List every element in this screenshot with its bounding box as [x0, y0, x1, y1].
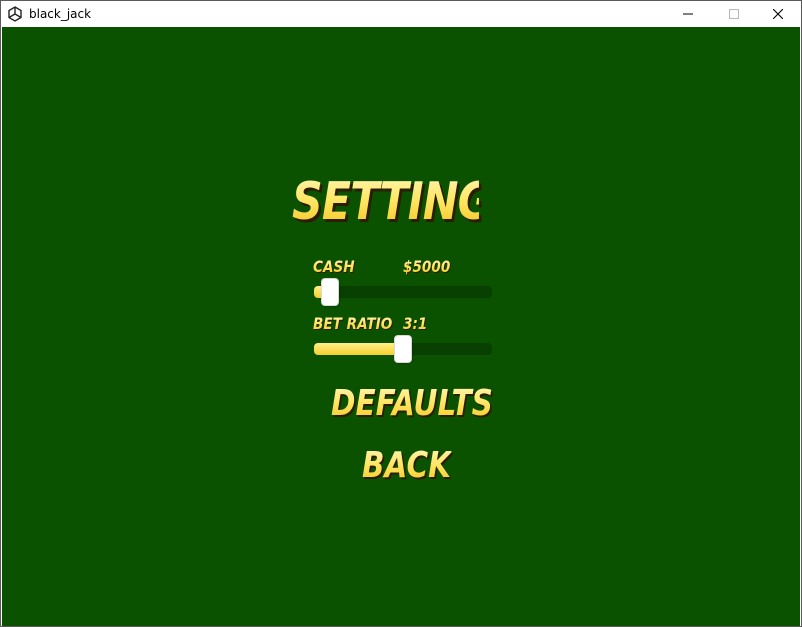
- minimize-button[interactable]: [665, 1, 711, 27]
- bet-ratio-slider[interactable]: [314, 336, 492, 362]
- bet-ratio-label: BET RATIO: [313, 314, 393, 333]
- bet-ratio-slider-handle[interactable]: [395, 336, 411, 362]
- maximize-icon: [729, 9, 739, 19]
- cash-label: CASH: [313, 257, 355, 276]
- settings-title: SETTINGS: [292, 172, 523, 232]
- close-button[interactable]: [755, 1, 801, 27]
- back-button[interactable]: BACK: [362, 444, 451, 488]
- cash-slider[interactable]: [314, 279, 492, 305]
- window-title: black_jack: [29, 7, 92, 21]
- minimize-icon: [683, 13, 693, 15]
- cash-slider-handle[interactable]: [322, 279, 338, 305]
- game-canvas: SETTINGS CASH $5000 BET RATIO 3:1 DEFAUL…: [2, 27, 800, 626]
- unity-icon: [8, 6, 22, 22]
- defaults-button[interactable]: DEFAULTS: [331, 382, 493, 426]
- bet-ratio-value: 3:1: [403, 314, 428, 333]
- maximize-button[interactable]: [711, 1, 757, 27]
- title-bar[interactable]: black_jack: [1, 1, 801, 27]
- app-window: black_jack SETTINGS CASH $5000 BET RATIO: [0, 0, 802, 627]
- cash-value: $5000: [403, 257, 451, 276]
- close-icon: [773, 9, 783, 19]
- bet-ratio-slider-fill: [314, 343, 407, 355]
